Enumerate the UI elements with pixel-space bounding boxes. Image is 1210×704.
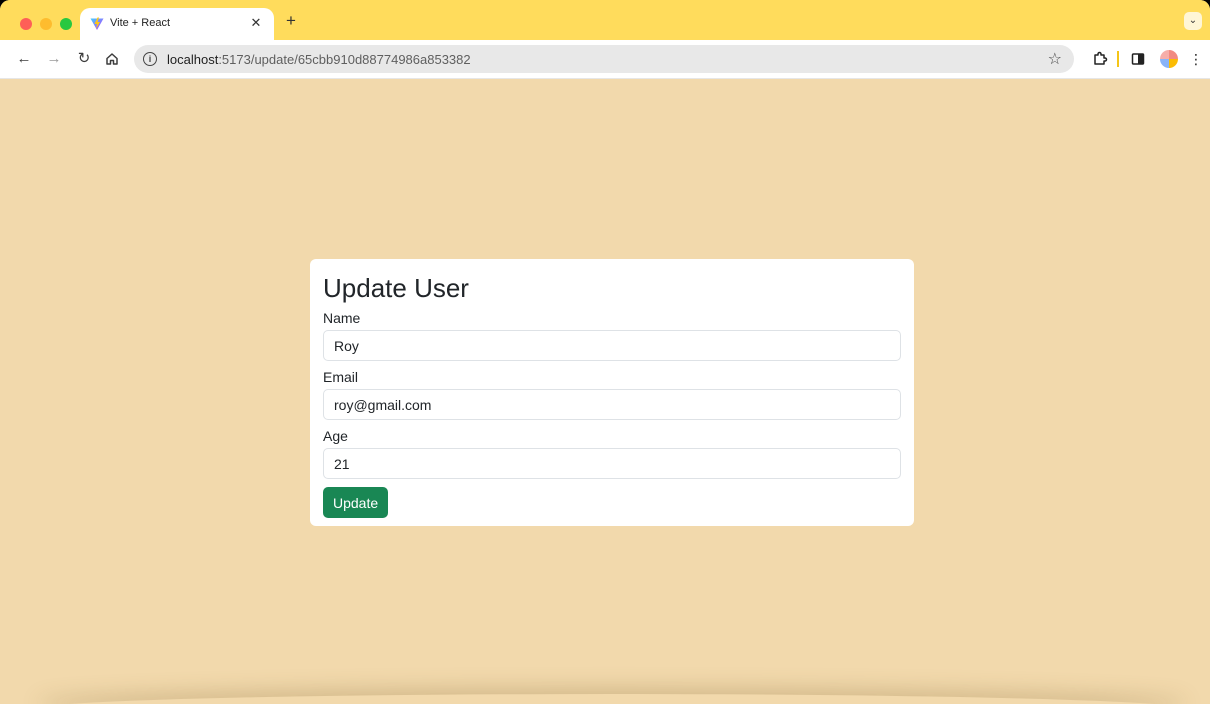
bookmark-star-icon[interactable]: ☆ (1048, 49, 1062, 69)
extensions-puzzle-icon[interactable] (1090, 49, 1110, 69)
tab-strip: Vite + React ✕ + ⌄ (0, 0, 1210, 40)
age-input[interactable] (323, 448, 901, 479)
forward-arrow-icon[interactable]: → (44, 49, 64, 69)
address-bar[interactable]: i localhost:5173/update/65cbb910d8877498… (134, 45, 1074, 73)
page-viewport: Update User Name Email Age Update (7, 79, 1210, 704)
browser-window: Vite + React ✕ + ⌄ ← → ↻ i localhost:517… (0, 0, 1210, 704)
email-field-group: Email (323, 369, 901, 420)
tab-title: Vite + React (110, 17, 171, 29)
bottom-shadow (37, 694, 1187, 704)
minimize-window-button[interactable] (40, 18, 52, 30)
toolbar-divider (1117, 51, 1119, 67)
email-input[interactable] (323, 389, 901, 420)
site-info-icon[interactable]: i (143, 52, 157, 66)
profile-avatar[interactable] (1160, 50, 1178, 68)
url-host: localhost (167, 52, 219, 67)
browser-toolbar: ← → ↻ i localhost:5173/update/65cbb910d8… (0, 40, 1210, 79)
form-title: Update User (323, 273, 469, 303)
update-button[interactable]: Update (323, 487, 389, 518)
close-icon[interactable]: ✕ (248, 15, 264, 31)
name-field-group: Name (323, 310, 901, 361)
back-arrow-icon[interactable]: ← (14, 49, 34, 69)
browser-tab[interactable]: Vite + React ✕ (80, 8, 274, 40)
more-menu-icon[interactable]: ⋮ (1186, 49, 1206, 69)
url-path: :5173/update/65cbb910d88774986a853382 (218, 52, 471, 67)
side-panel-icon[interactable] (1128, 49, 1148, 69)
name-label: Name (323, 310, 361, 326)
age-label: Age (323, 428, 348, 444)
reload-icon[interactable]: ↻ (74, 49, 94, 69)
new-tab-button[interactable]: + (282, 12, 300, 30)
email-label: Email (323, 369, 359, 385)
maximize-window-button[interactable] (60, 18, 72, 30)
name-input[interactable] (323, 330, 901, 361)
address-url: localhost:5173/update/65cbb910d88774986a… (167, 52, 471, 67)
close-window-button[interactable] (20, 18, 32, 30)
home-icon[interactable] (102, 49, 122, 69)
tab-search-chevron-icon[interactable]: ⌄ (1184, 12, 1202, 30)
update-user-form: Update User Name Email Age Update (310, 259, 914, 526)
age-field-group: Age (323, 428, 901, 479)
vite-logo-icon (90, 17, 104, 30)
